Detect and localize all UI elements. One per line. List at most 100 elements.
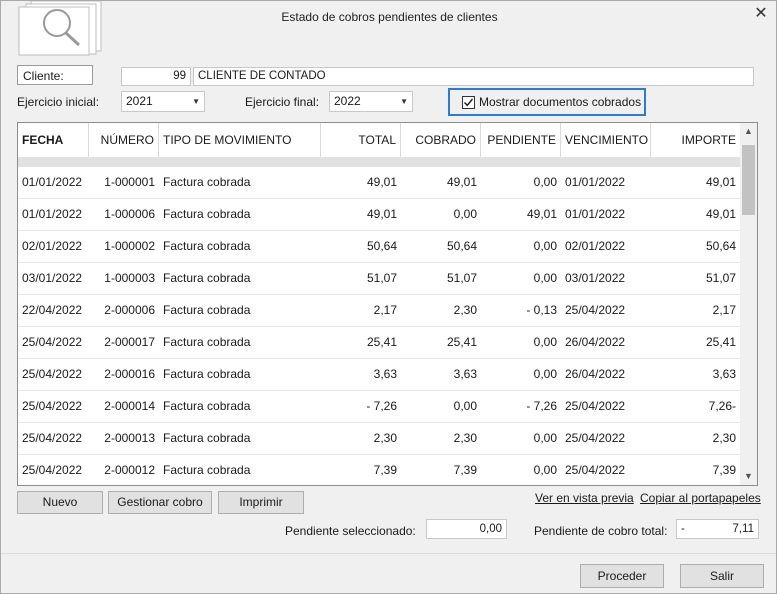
window-title: Estado de cobros pendientes de clientes — [281, 10, 498, 24]
checkmark-icon — [463, 98, 474, 106]
cell-vencimiento: 01/01/2022 — [565, 207, 626, 221]
nuevo-button[interactable]: Nuevo — [17, 491, 103, 514]
copiar-portapapeles-link[interactable]: Copiar al portapapeles — [640, 491, 761, 505]
chevron-down-icon: ▼ — [192, 97, 200, 106]
cell-numero: 2-000016 — [104, 367, 155, 381]
cell-total: 3,63 — [373, 367, 397, 381]
cell-fecha: 22/04/2022 — [22, 303, 83, 317]
table-row[interactable]: 22/04/2022 2-000006 Factura cobrada 2,17 2,3… — [18, 295, 740, 327]
col-numero[interactable]: NÚMERO — [89, 123, 159, 157]
table-header: FECHA NÚMERO TIPO DE MOVIMIENTO TOTAL CO… — [18, 123, 740, 158]
cell-cobrado: 3,63 — [453, 367, 477, 381]
cell-total: 49,01 — [366, 207, 397, 221]
col-vencimiento[interactable]: VENCIMIENTO — [561, 123, 651, 157]
cell-cobrado: 2,30 — [453, 431, 477, 445]
cell-vencimiento: 25/04/2022 — [565, 303, 626, 317]
cell-pendiente: 0,00 — [533, 335, 557, 349]
cell-importe: 3,63 — [712, 367, 736, 381]
table-row[interactable]: 03/01/2022 1-000003 Factura cobrada 51,07 51… — [18, 263, 740, 295]
col-cobrado[interactable]: COBRADO — [401, 123, 481, 157]
ejercicio-final-select[interactable]: 2022 ▼ — [329, 91, 413, 112]
cliente-code-field[interactable]: 99 — [121, 67, 191, 86]
cell-numero: 1-000001 — [104, 175, 155, 189]
col-tipo[interactable]: TIPO DE MOVIMIENTO — [159, 123, 321, 157]
ejercicio-inicial-value: 2021 — [126, 94, 153, 108]
cobros-table[interactable]: FECHA NÚMERO TIPO DE MOVIMIENTO TOTAL CO… — [17, 122, 758, 486]
scroll-thumb[interactable] — [742, 145, 755, 215]
imprimir-button[interactable]: Imprimir — [218, 491, 304, 514]
ejercicio-final-label: Ejercicio final: — [245, 95, 320, 109]
cell-vencimiento: 26/04/2022 — [565, 367, 626, 381]
cell-total: 50,64 — [366, 239, 397, 253]
ejercicio-inicial-label: Ejercicio inicial: — [17, 95, 100, 109]
cell-pendiente: 0,00 — [533, 239, 557, 253]
cliente-name-field[interactable]: CLIENTE DE CONTADO — [193, 67, 754, 86]
chevron-down-icon: ▼ — [400, 97, 408, 106]
cell-pendiente: 0,00 — [533, 367, 557, 381]
cell-tipo: Factura cobrada — [163, 335, 251, 349]
col-pendiente[interactable]: PENDIENTE — [481, 123, 561, 157]
table-row[interactable]: 25/04/2022 2-000014 Factura cobrada - 7,26 0… — [18, 391, 740, 423]
cell-numero: 2-000014 — [104, 399, 155, 413]
cell-total: 2,30 — [373, 431, 397, 445]
scroll-up-icon[interactable]: ▲ — [740, 123, 757, 140]
table-row[interactable]: 02/01/2022 1-000002 Factura cobrada 50,64 50… — [18, 231, 740, 263]
pendiente-seleccionado-field: 0,00 — [426, 519, 507, 539]
ejercicio-inicial-select[interactable]: 2021 ▼ — [121, 91, 205, 112]
cell-tipo: Factura cobrada — [163, 431, 251, 445]
cell-tipo: Factura cobrada — [163, 399, 251, 413]
cell-total: 49,01 — [366, 175, 397, 189]
cell-pendiente: - 7,26 — [526, 399, 557, 413]
mostrar-cobrados-checkbox[interactable]: Mostrar documentos cobrados — [448, 88, 646, 116]
cell-numero: 2-000012 — [104, 463, 155, 477]
salir-button[interactable]: Salir — [680, 564, 764, 588]
vista-previa-link[interactable]: Ver en vista previa — [535, 491, 634, 505]
gestionar-cobro-button[interactable]: Gestionar cobro — [108, 491, 212, 514]
cell-cobrado: 0,00 — [453, 399, 477, 413]
cell-importe: 50,64 — [705, 239, 736, 253]
cell-importe: 2,30 — [712, 431, 736, 445]
cell-vencimiento: 01/01/2022 — [565, 175, 626, 189]
cell-cobrado: 7,39 — [453, 463, 477, 477]
pendiente-total-field: - 7,11 — [676, 519, 759, 539]
ejercicio-final-value: 2022 — [334, 94, 361, 108]
proceder-button[interactable]: Proceder — [580, 564, 664, 588]
cell-vencimiento: 25/04/2022 — [565, 463, 626, 477]
cell-cobrado: 2,30 — [453, 303, 477, 317]
mostrar-cobrados-label: Mostrar documentos cobrados — [479, 95, 642, 109]
close-icon[interactable]: ✕ — [751, 5, 771, 23]
pendiente-total-label: Pendiente de cobro total: — [534, 524, 668, 538]
cell-tipo: Factura cobrada — [163, 175, 251, 189]
cell-vencimiento: 02/01/2022 — [565, 239, 626, 253]
cell-pendiente: 0,00 — [533, 431, 557, 445]
cell-total: 25,41 — [366, 335, 397, 349]
cell-vencimiento: 03/01/2022 — [565, 271, 626, 285]
col-fecha[interactable]: FECHA — [18, 123, 89, 157]
table-row[interactable]: 25/04/2022 2-000013 Factura cobrada 2,30 2,3… — [18, 423, 740, 455]
col-importe[interactable]: IMPORTE — [651, 123, 740, 157]
table-row[interactable]: 01/01/2022 1-000006 Factura cobrada 49,01 0,… — [18, 199, 740, 231]
cell-tipo: Factura cobrada — [163, 207, 251, 221]
cell-fecha: 25/04/2022 — [22, 431, 83, 445]
cell-pendiente: 0,00 — [533, 271, 557, 285]
col-total[interactable]: TOTAL — [321, 123, 401, 157]
table-row[interactable]: 25/04/2022 2-000017 Factura cobrada 25,41 25… — [18, 327, 740, 359]
table-row[interactable]: 01/01/2022 1-000001 Factura cobrada 49,01 49… — [18, 167, 740, 199]
cell-numero: 2-000017 — [104, 335, 155, 349]
cell-tipo: Factura cobrada — [163, 271, 251, 285]
footer-divider — [1, 553, 776, 554]
cell-numero: 1-000006 — [104, 207, 155, 221]
cell-pendiente: 49,01 — [526, 207, 557, 221]
cell-total: 51,07 — [366, 271, 397, 285]
cell-fecha: 25/04/2022 — [22, 367, 83, 381]
vertical-scrollbar[interactable]: ▲ ▼ — [740, 123, 757, 485]
cell-importe: 7,39 — [712, 463, 736, 477]
scroll-down-icon[interactable]: ▼ — [740, 468, 757, 485]
table-row[interactable]: 25/04/2022 2-000016 Factura cobrada 3,63 3,6… — [18, 359, 740, 391]
cell-vencimiento: 25/04/2022 — [565, 431, 626, 445]
cell-tipo: Factura cobrada — [163, 303, 251, 317]
cell-tipo: Factura cobrada — [163, 463, 251, 477]
cell-fecha: 25/04/2022 — [22, 335, 83, 349]
table-row[interactable]: 25/04/2022 2-000012 Factura cobrada 7,39 7,3… — [18, 455, 740, 485]
filter-row — [18, 157, 740, 167]
